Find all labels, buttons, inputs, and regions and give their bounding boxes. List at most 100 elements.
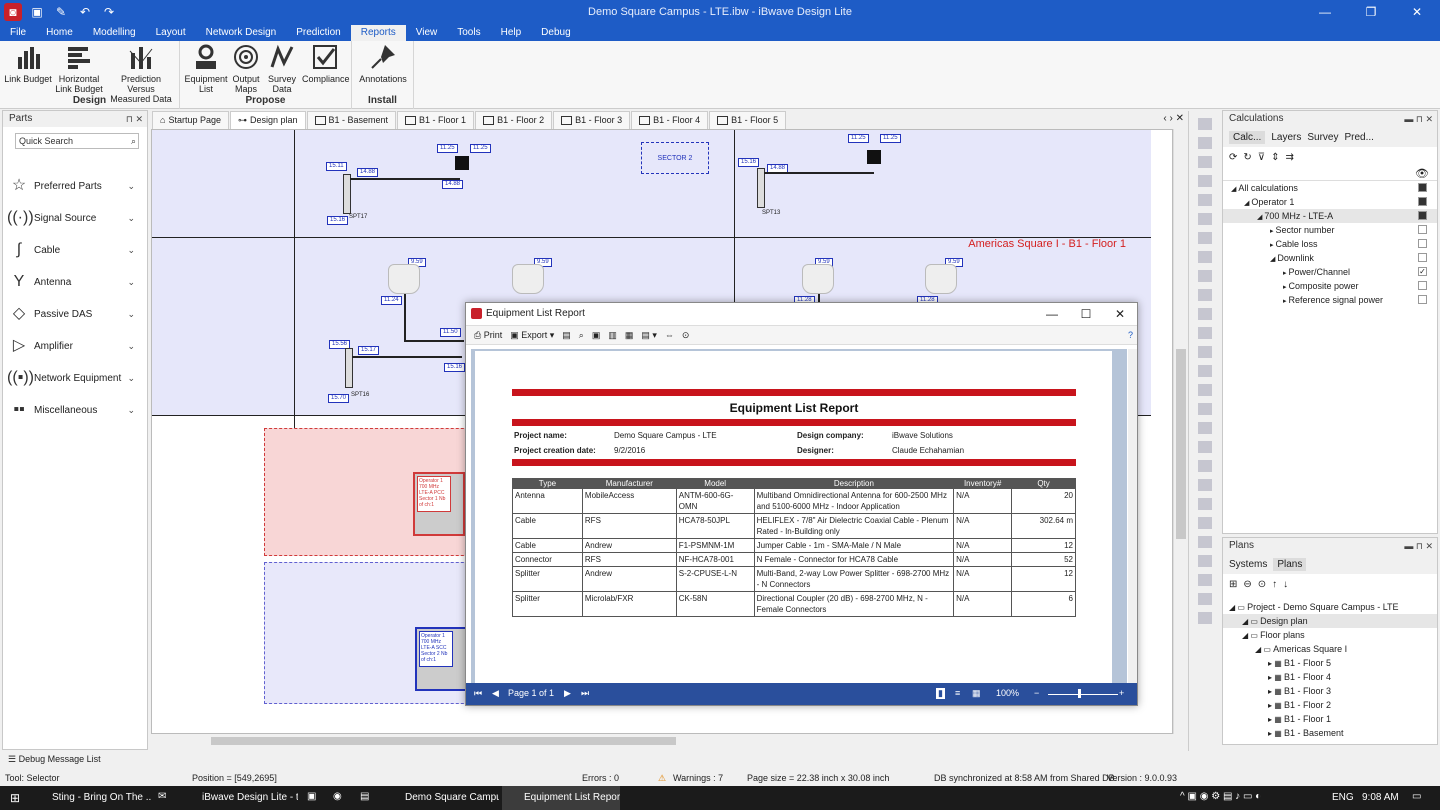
tab-plans[interactable]: Plans [1273,557,1307,571]
visibility-checkbox[interactable] [1418,183,1427,192]
language-indicator[interactable]: ENG [1332,792,1354,803]
chevron-down-icon[interactable]: ⌄ [127,405,135,416]
tree-item[interactable]: ▸ Power/Channel ✓ [1223,265,1437,279]
notification-icon[interactable]: ▭ [1412,791,1421,802]
help-icon[interactable]: ? [1128,330,1133,340]
signal-source-box[interactable]: Operator 1 700 MHz LTE-A PCC Sector 1 Nb… [413,472,465,536]
tab-b1-floor4[interactable]: B1 - Floor 4 [631,111,709,129]
tool-icon[interactable] [1197,460,1212,472]
horizontal-scrollbar[interactable] [151,734,1173,748]
quick-search-input[interactable]: Quick Search ⌕ [15,133,139,149]
parts-item-passive-das[interactable]: ◇ Passive DAS ⌄ [7,301,139,327]
tree-item[interactable]: ◢ All calculations [1223,181,1437,195]
tool-icon[interactable] [1197,384,1212,396]
debug-message-list[interactable]: ☰ Debug Message List [8,754,101,765]
multi-page-icon[interactable]: ≡ [955,688,960,698]
splitter-device[interactable] [343,174,351,214]
print-button[interactable]: ⎙ Print [474,330,502,341]
tab-b1-floor3[interactable]: B1 - Floor 3 [553,111,631,129]
tool-icon[interactable] [1197,441,1212,453]
parts-item-miscellaneous[interactable]: ▪▪ Miscellaneous ⌄ [7,397,139,423]
eye-icon[interactable]: 👁 [1415,167,1429,180]
find-icon[interactable]: ⌕ [579,330,584,341]
tool-icon[interactable] [1197,536,1212,548]
tree-item[interactable]: ◢ ▭ Americas Square I [1223,642,1437,656]
tree-item[interactable]: ◢ Operator 1 [1223,195,1437,209]
link-budget-button[interactable]: Link Budget [4,43,52,84]
zoom-slider-thumb[interactable] [1078,689,1081,698]
vertical-scrollbar[interactable] [1173,129,1187,734]
tree-item[interactable]: ◢ 700 MHz - LTE-A [1223,209,1437,223]
tree-item[interactable]: ◢ Downlink [1223,251,1437,265]
splitter-device[interactable] [757,168,765,208]
sector-box[interactable]: SECTOR 2 [641,142,709,174]
menu-view[interactable]: View [406,25,448,41]
tab-b1-floor1[interactable]: B1 - Floor 1 [397,111,475,129]
minimize-icon[interactable]: — [1035,303,1069,325]
tab-b1-basement[interactable]: B1 - Basement [306,111,397,129]
tree-item[interactable]: ▸ ▦ B1 - Floor 4 [1223,670,1437,684]
last-page-icon[interactable]: ⏭ [581,688,589,699]
menu-home[interactable]: Home [36,25,83,41]
antenna-device[interactable] [925,264,957,294]
menu-reports[interactable]: Reports [350,25,406,41]
tab-calc[interactable]: Calc... [1229,130,1266,144]
menu-file[interactable]: File [0,25,36,41]
minimize-icon[interactable]: — [1302,0,1348,25]
tool-icon[interactable] [1197,574,1212,586]
tool-icon[interactable] [1197,156,1212,168]
grid-page-icon[interactable]: ▦ [972,688,981,699]
zoom-in-icon[interactable]: + [1119,688,1124,698]
tool-icon[interactable] [1197,118,1212,130]
settings-icon[interactable]: ⊙ [682,330,690,341]
tool-icon[interactable] [1197,213,1212,225]
tool-icon[interactable] [1197,251,1212,263]
zoom-slider[interactable] [1048,694,1118,695]
tree-item[interactable]: ▸ ▦ B1 - Floor 3 [1223,684,1437,698]
pin-close-icon[interactable]: ⊓ ✕ [126,111,143,127]
tab-b1-floor5[interactable]: B1 - Floor 5 [709,111,787,129]
refresh-icon[interactable]: ⟳ [1229,152,1237,163]
tab-layers[interactable]: Layers [1271,132,1301,143]
report-scrollbar[interactable] [1128,349,1137,685]
tab-prediction[interactable]: Pred... [1344,132,1373,143]
tool-icon[interactable] [1197,612,1212,624]
panel-controls-icon[interactable]: ▬ ⊓ ✕ [1404,111,1433,127]
visibility-checkbox[interactable] [1418,197,1427,206]
tree-item[interactable]: ▸ ▦ B1 - Floor 5 [1223,656,1437,670]
sort-icon[interactable]: ⇕ [1271,152,1279,163]
tree-item[interactable]: ◢ ▭ Design plan [1223,614,1437,628]
output-maps-button[interactable]: Output Maps [229,43,263,94]
fit-icon[interactable]: ⇔ [665,330,674,340]
tree-item[interactable]: ▸ ▦ B1 - Basement [1223,726,1437,740]
tree-item[interactable]: ▸ ▦ B1 - Floor 2 [1223,698,1437,712]
windows-start-icon[interactable]: ⊞ [10,791,20,805]
close-icon[interactable]: ✕ [1103,303,1137,325]
menu-modelling[interactable]: Modelling [83,25,146,41]
menu-tools[interactable]: Tools [447,25,490,41]
tool-icon[interactable] [1197,137,1212,149]
refresh-all-icon[interactable]: ↻ [1243,152,1251,163]
coupler-device[interactable] [455,156,469,170]
restore-icon[interactable]: ❐ [1348,0,1394,25]
equipment-list-button[interactable]: Equipment List [184,43,228,94]
arrow-icon[interactable]: ⇉ [1286,152,1294,163]
menu-network-design[interactable]: Network Design [196,25,287,41]
remove-icon[interactable]: ⊖ [1243,579,1251,590]
page-setup-icon[interactable]: ▤ [562,330,571,341]
menu-help[interactable]: Help [491,25,532,41]
visibility-checkbox[interactable] [1418,281,1427,290]
tree-item[interactable]: ▸ Reference signal power [1223,293,1437,307]
next-page-icon[interactable]: ▶ [564,688,571,699]
view-icon[interactable]: ▣ [592,330,601,341]
parts-item-amplifier[interactable]: ▷ Amplifier ⌄ [7,333,139,359]
status-warnings[interactable]: Warnings : 7 [673,773,723,783]
tree-item[interactable]: ▸ Cable loss [1223,237,1437,251]
tool-icon[interactable] [1197,593,1212,605]
taskbar-spotify[interactable]: Sting - Bring On The ... [30,786,152,810]
tool-icon[interactable] [1197,517,1212,529]
taskbar-chrome[interactable]: iBwave Design Lite - t... [180,786,298,810]
prev-page-icon[interactable]: ◀ [492,688,499,699]
annotations-button[interactable]: Annotations [356,43,410,84]
close-icon[interactable]: ✕ [1394,0,1440,25]
